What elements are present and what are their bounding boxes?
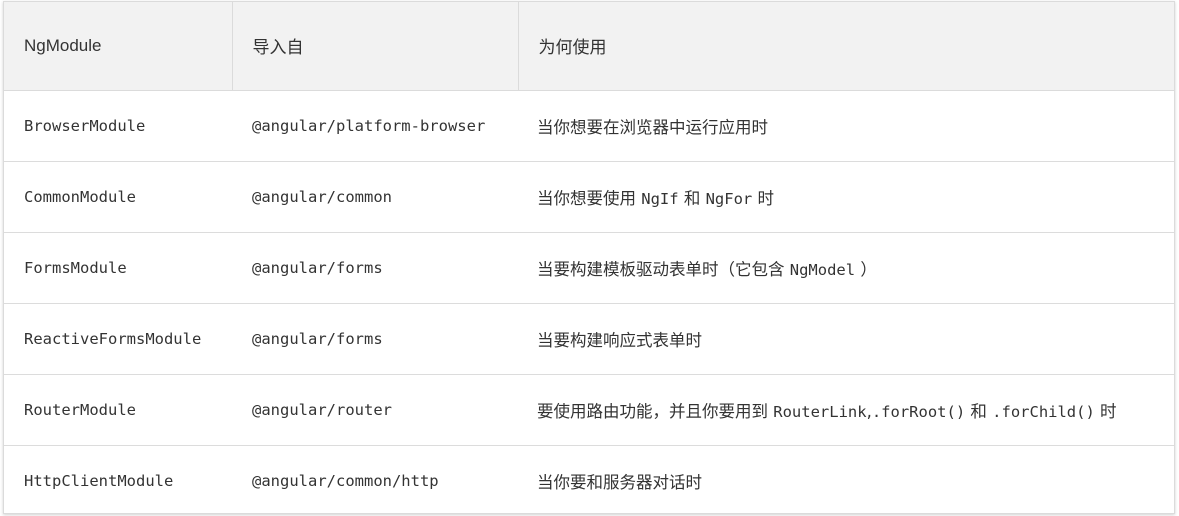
- header-import-from: 导入自: [231, 2, 518, 91]
- inline-code: .forChild(): [992, 402, 1095, 421]
- inline-code: NgIf: [641, 189, 679, 208]
- cell-usage-description: 当你要和服务器对话时: [518, 445, 1174, 513]
- description-text: 时: [1094, 401, 1117, 421]
- cell-import-path: @angular/forms: [232, 303, 518, 375]
- cell-usage-description: 当要构建响应式表单时: [518, 303, 1174, 375]
- cell-usage-description: 要使用路由功能，并且你要用到 RouterLink,.forRoot() 和 .…: [518, 374, 1174, 446]
- inline-code: RouterLink: [773, 402, 867, 421]
- cell-import-path: @angular/platform-browser: [232, 90, 518, 162]
- inline-code: NgModel: [789, 260, 856, 279]
- description-text: 时: [752, 188, 774, 208]
- ngmodule-table: NgModule 导入自 为何使用 BrowserModule @angular/…: [4, 2, 1174, 513]
- header-row: NgModule 导入自 为何使用: [4, 2, 1174, 91]
- description-text: 和: [678, 188, 706, 208]
- description-text: 当要构建响应式表单时: [537, 330, 702, 350]
- description-text: 当你想要使用: [537, 188, 642, 208]
- cell-import-path: @angular/forms: [232, 232, 518, 304]
- table-row: BrowserModule @angular/platform-browser 当你…: [4, 90, 1174, 162]
- table-header: NgModule 导入自 为何使用: [4, 2, 1174, 91]
- header-ngmodule: NgModule: [4, 2, 232, 91]
- cell-import-path: @angular/router: [232, 374, 518, 446]
- description-text: 要使用路由功能，并且你要用到: [537, 401, 774, 421]
- table-row: FormsModule @angular/forms 当要构建模板驱动表单时（它包含…: [4, 232, 1174, 304]
- cell-usage-description: 当你想要使用 NgIf 和 NgFor 时: [518, 161, 1174, 233]
- description-text: 当你要和服务器对话时: [537, 472, 702, 492]
- cell-usage-description: 当要构建模板驱动表单时（它包含 NgModel ）: [518, 232, 1174, 304]
- description-text: 和: [965, 401, 993, 421]
- cell-import-path: @angular/common: [232, 161, 518, 233]
- cell-module-name: HttpClientModule: [24, 471, 174, 490]
- cell-module-name: BrowserModule: [4, 90, 232, 162]
- table-row: RouterModule @angular/router 要使用路由功能，并且你要用…: [4, 374, 1174, 446]
- table-body: BrowserModule @angular/platform-browser 当你…: [4, 90, 1174, 513]
- cell-usage-description: 当你想要在浏览器中运行应用时: [518, 90, 1174, 162]
- table-row: CommonModule @angular/common 当你想要使用 NgIf 和…: [4, 161, 1174, 233]
- inline-code: .forRoot(): [871, 402, 966, 421]
- table-row: HttpClientModule @angular/common/http 当你要和…: [4, 445, 1174, 513]
- cell-import-path: @angular/common/http: [252, 471, 439, 490]
- ngmodule-table-container: NgModule 导入自 为何使用 BrowserModule @angular/…: [3, 1, 1175, 514]
- cell-module-name: FormsModule: [4, 232, 232, 304]
- description-text: 当你想要在浏览器中运行应用时: [537, 117, 768, 137]
- inline-code: NgFor: [705, 189, 753, 208]
- cell-module-name: RouterModule: [4, 374, 232, 446]
- description-text: 当要构建模板驱动表单时（它包含: [537, 259, 790, 279]
- description-text: ）: [855, 259, 877, 279]
- cell-module-name: CommonModule: [4, 161, 232, 233]
- cell-module-name: ReactiveFormsModule: [4, 303, 232, 375]
- table-row: ReactiveFormsModule @angular/forms 当要构建响应式…: [4, 303, 1174, 375]
- header-why-use: 为何使用: [517, 2, 1174, 91]
